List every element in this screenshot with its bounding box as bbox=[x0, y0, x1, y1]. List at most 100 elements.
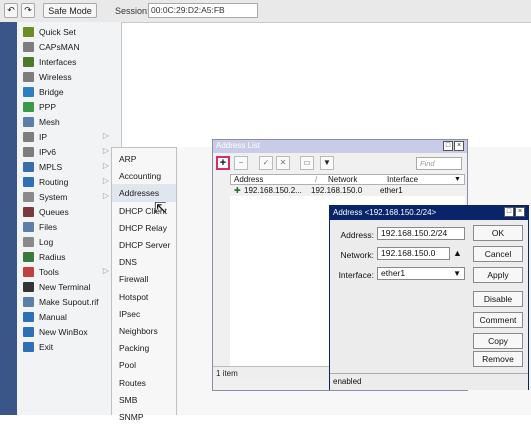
cancel-button[interactable]: Cancel bbox=[473, 246, 523, 262]
sidebar-item-capsman[interactable]: CAPsMAN bbox=[17, 39, 121, 54]
sidebar-item-routing[interactable]: Routing ▷ bbox=[17, 174, 121, 189]
top-toolbar: ↶ ↷ Safe Mode Session: 00:0C:29:D2:A5:FB bbox=[0, 0, 531, 23]
undo-button[interactable]: ↶ bbox=[4, 3, 18, 18]
table-row[interactable]: ✚ 192.168.150.2... 192.168.150.0 ether1 bbox=[230, 185, 465, 196]
sidebar-item-mpls[interactable]: MPLS ▷ bbox=[17, 159, 121, 174]
sidebar-item-system[interactable]: System ▷ bbox=[17, 189, 121, 204]
ok-button[interactable]: OK bbox=[473, 225, 523, 241]
comment-button[interactable]: ▭ bbox=[300, 156, 314, 170]
restore-icon[interactable]: □ bbox=[443, 141, 453, 151]
address-dialog-titlebar[interactable]: Address <192.168.150.2/24> □ × bbox=[330, 206, 528, 220]
enable-button[interactable]: ✓ bbox=[259, 156, 273, 170]
submenu-item-dhcp-server[interactable]: DHCP Server bbox=[112, 236, 176, 254]
network-expand-icon[interactable]: ▲ bbox=[453, 248, 462, 258]
submenu-item-pool[interactable]: Pool bbox=[112, 356, 176, 374]
submenu-item-routes[interactable]: Routes bbox=[112, 374, 176, 392]
ip-submenu: ARP Accounting Addresses DHCP Client DHCP Re… bbox=[111, 147, 177, 422]
network-label: Network: bbox=[340, 250, 374, 260]
column-header-interface[interactable]: Interface bbox=[387, 175, 418, 185]
sidebar-item-make-supout-rif[interactable]: Make Supout.rif bbox=[17, 294, 121, 309]
interface-label: Interface: bbox=[338, 270, 374, 280]
disable-button[interactable]: Disable bbox=[473, 291, 523, 307]
submenu-arrow-icon: ▷ bbox=[102, 176, 109, 185]
sidebar-item-bridge[interactable]: Bridge bbox=[17, 84, 121, 99]
interface-value: ether1 bbox=[381, 268, 406, 278]
queues-icon bbox=[23, 206, 34, 217]
row-address: 192.168.150.2... bbox=[244, 186, 302, 195]
apply-button[interactable]: Apply bbox=[473, 267, 523, 283]
mesh-icon bbox=[23, 116, 34, 127]
sidebar-item-wireless[interactable]: Wireless bbox=[17, 69, 121, 84]
sidebar-item-label: Routing bbox=[39, 176, 69, 187]
sidebar-item-label: Quick Set bbox=[39, 26, 76, 37]
address-list-titlebar[interactable]: Address List □ × bbox=[213, 140, 467, 153]
interface-select[interactable]: ether1 ▼ bbox=[377, 267, 465, 280]
sidebar-item-ipv6[interactable]: IPv6 ▷ bbox=[17, 144, 121, 159]
sidebar-item-mesh[interactable]: Mesh bbox=[17, 114, 121, 129]
sidebar-item-label: Files bbox=[39, 221, 57, 232]
add-button[interactable]: + bbox=[216, 156, 230, 170]
column-header-network[interactable]: Network bbox=[328, 175, 357, 185]
mpls-icon bbox=[23, 161, 34, 172]
sidebar-item-new-winbox[interactable]: New WinBox bbox=[17, 324, 121, 339]
radius-icon bbox=[23, 251, 34, 262]
submenu-item-ipsec[interactable]: IPsec bbox=[112, 305, 176, 323]
address-field[interactable]: 192.168.150.2/24 bbox=[377, 227, 465, 240]
exit-icon bbox=[23, 341, 34, 352]
tools-icon bbox=[23, 266, 34, 277]
sidebar-item-manual[interactable]: Manual bbox=[17, 309, 121, 324]
sidebar-item-new-terminal[interactable]: New Terminal bbox=[17, 279, 121, 294]
sidebar-item-quick-set[interactable]: Quick Set bbox=[17, 24, 121, 39]
sidebar-item-queues[interactable]: Queues bbox=[17, 204, 121, 219]
sidebar-strip bbox=[0, 22, 17, 415]
disable-button[interactable]: ✕ bbox=[276, 156, 290, 170]
sidebar-item-label: MPLS bbox=[39, 161, 63, 172]
column-dropdown-icon[interactable]: ▼ bbox=[454, 175, 461, 185]
session-input[interactable]: 00:0C:29:D2:A5:FB bbox=[148, 3, 258, 18]
document-icon bbox=[23, 296, 34, 307]
remove-button[interactable]: Remove bbox=[473, 351, 523, 367]
submenu-item-snmp[interactable]: SNMP bbox=[112, 408, 176, 426]
submenu-item-accounting[interactable]: Accounting bbox=[112, 167, 176, 185]
sidebar-item-label: Exit bbox=[39, 341, 54, 352]
filter-icon[interactable]: ▼ bbox=[320, 156, 334, 170]
sort-indicator-icon: / bbox=[315, 175, 318, 184]
sidebar-item-label: IPv6 bbox=[39, 146, 57, 157]
address-label: Address: bbox=[340, 230, 374, 240]
ipv6-icon bbox=[23, 146, 34, 157]
remove-button[interactable]: − bbox=[234, 156, 248, 170]
restore-icon[interactable]: □ bbox=[504, 207, 514, 217]
submenu-item-firewall[interactable]: Firewall bbox=[112, 270, 176, 288]
sidebar-item-log[interactable]: Log bbox=[17, 234, 121, 249]
sidebar-item-ip[interactable]: IP ▷ bbox=[17, 129, 121, 144]
dialog-status-text: enabled bbox=[333, 377, 362, 386]
item-count: 1 item bbox=[216, 369, 238, 378]
safe-mode-button[interactable]: Safe Mode bbox=[43, 3, 97, 18]
submenu-item-dns[interactable]: DNS bbox=[112, 253, 176, 271]
mouse-cursor-icon: ⇱ bbox=[154, 200, 167, 217]
sidebar-item-interfaces[interactable]: Interfaces bbox=[17, 54, 121, 69]
network-field[interactable]: 192.168.150.0 bbox=[377, 247, 450, 260]
submenu-item-dhcp-relay[interactable]: DHCP Relay bbox=[112, 219, 176, 237]
submenu-item-arp[interactable]: ARP bbox=[112, 150, 176, 168]
submenu-item-packing[interactable]: Packing bbox=[112, 339, 176, 357]
close-icon[interactable]: × bbox=[515, 207, 525, 217]
sidebar-item-files[interactable]: Files bbox=[17, 219, 121, 234]
column-header-address[interactable]: Address bbox=[234, 175, 263, 185]
close-icon[interactable]: × bbox=[454, 141, 464, 151]
sidebar-item-label: Mesh bbox=[39, 116, 60, 127]
submenu-item-neighbors[interactable]: Neighbors bbox=[112, 322, 176, 340]
redo-button[interactable]: ↷ bbox=[21, 3, 35, 18]
sidebar-item-ppp[interactable]: PPP bbox=[17, 99, 121, 114]
sidebar-item-radius[interactable]: Radius bbox=[17, 249, 121, 264]
submenu-arrow-icon: ▷ bbox=[102, 191, 109, 200]
comment-button[interactable]: Comment bbox=[473, 312, 523, 328]
antenna-icon bbox=[23, 41, 34, 52]
copy-button[interactable]: Copy bbox=[473, 333, 523, 349]
sidebar-item-tools[interactable]: Tools ▷ bbox=[17, 264, 121, 279]
submenu-item-smb[interactable]: SMB bbox=[112, 391, 176, 409]
sidebar-item-label: Bridge bbox=[39, 86, 64, 97]
find-input[interactable]: Find bbox=[416, 157, 462, 170]
sidebar-item-exit[interactable]: Exit bbox=[17, 339, 121, 354]
submenu-item-hotspot[interactable]: Hotspot bbox=[112, 288, 176, 306]
